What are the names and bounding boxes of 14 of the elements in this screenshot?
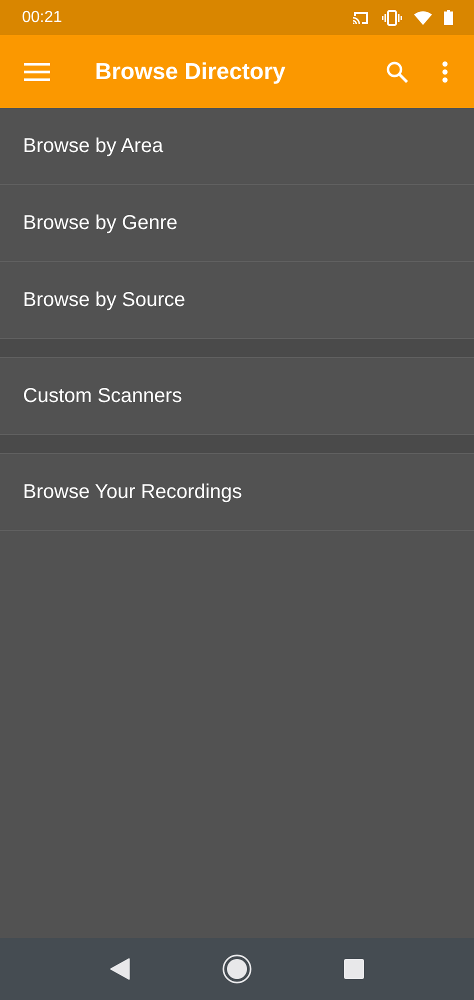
back-icon[interactable] [110, 958, 130, 980]
vibrate-icon [382, 10, 402, 26]
more-options-icon[interactable] [442, 60, 448, 82]
screen-title: Browse Directory [95, 58, 286, 85]
list-item[interactable]: Browse Your Recordings [0, 454, 474, 531]
status-time: 00:21 [22, 8, 62, 26]
menu-icon[interactable] [24, 62, 50, 82]
battery-icon [444, 10, 453, 25]
cast-icon [352, 10, 370, 24]
list-item[interactable]: Browse by Area [0, 108, 474, 185]
home-icon[interactable] [222, 954, 252, 984]
search-icon[interactable] [385, 60, 409, 84]
list-item[interactable]: Browse by Genre [0, 185, 474, 262]
wifi-icon [414, 10, 432, 24]
